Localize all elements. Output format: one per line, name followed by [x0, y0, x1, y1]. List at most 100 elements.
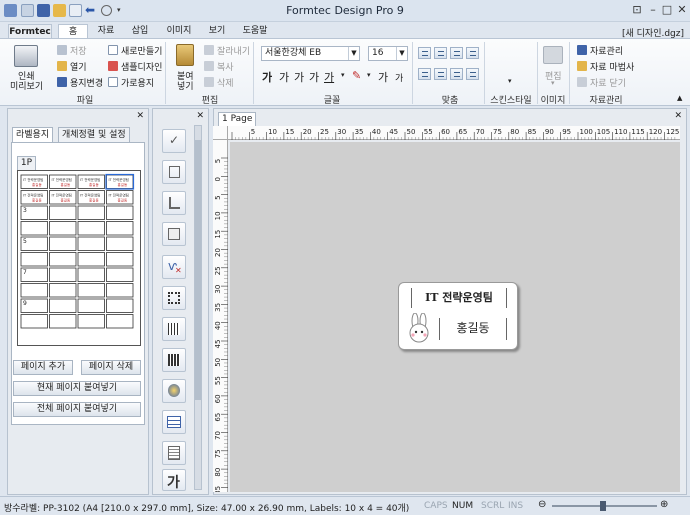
scrollbar-thumb[interactable]	[195, 140, 201, 400]
page-tab-1p[interactable]: 1P	[17, 156, 36, 170]
barcode2d-tool-icon[interactable]	[162, 348, 186, 372]
maximize-button[interactable]: □	[660, 3, 674, 17]
align-center-icon[interactable]	[434, 47, 447, 59]
close-icon[interactable]: ✕	[196, 111, 204, 121]
tab-help[interactable]: 도움말	[238, 24, 272, 39]
font-tool-button[interactable]: 가	[162, 469, 186, 491]
mini-label-cell	[49, 283, 77, 298]
tab-label-paper[interactable]: 라벨용지	[12, 127, 54, 142]
zoom-out-icon[interactable]: ⊖	[538, 499, 546, 510]
close-icon[interactable]: ✕	[674, 111, 682, 121]
ribbon-separator	[165, 42, 166, 104]
close-button[interactable]: ✕	[675, 3, 689, 17]
copy-button[interactable]: 복사	[204, 60, 234, 73]
mini-label-cell	[49, 252, 77, 267]
document-tool-icon[interactable]	[162, 441, 186, 465]
underline-dropdown-icon[interactable]: ▾	[341, 71, 345, 79]
page-tab-1[interactable]: 1 Page	[218, 112, 257, 126]
align-right-icon[interactable]	[450, 47, 463, 59]
label-card[interactable]: IT 전략운영팀 홍길동	[398, 282, 518, 350]
grow-font-button[interactable]: 가	[378, 69, 388, 85]
align-left-icon[interactable]	[418, 47, 431, 59]
workspace[interactable]: IT 전략운영팀 홍길동	[230, 142, 680, 492]
name-text-box[interactable]: 홍길동	[439, 318, 507, 340]
image-edit-dropdown-icon[interactable]: ▾	[551, 79, 555, 87]
bold-button[interactable]: 가	[262, 69, 272, 85]
select-tool-icon[interactable]: ✓	[162, 129, 186, 153]
mini-label-cell	[106, 205, 134, 220]
toolbar-scrollbar[interactable]	[194, 125, 202, 490]
paste-current-page-button[interactable]: 현재 페이지 붙여넣기	[13, 381, 141, 396]
landscape-button[interactable]: 가로용지	[108, 76, 154, 89]
italic-button[interactable]: 가	[279, 69, 289, 85]
tab-formtec[interactable]: Formtec	[8, 24, 52, 39]
tab-insert[interactable]: 삽입	[126, 24, 154, 39]
table-tool-icon[interactable]	[162, 410, 186, 434]
paste-icon[interactable]	[176, 44, 194, 66]
font-name-select[interactable]: 서울한강체 EB ▼	[261, 46, 360, 61]
tab-home[interactable]: 홈	[58, 24, 88, 39]
print-preview-icon[interactable]	[14, 45, 38, 67]
paste-all-pages-button[interactable]: 전체 페이지 붙여넣기	[13, 402, 141, 417]
data-wizard-button[interactable]: 자료 마법사	[577, 60, 634, 73]
qrcode-tool-icon[interactable]	[162, 286, 186, 310]
shape-tool-icon[interactable]	[162, 222, 186, 246]
valign-bottom-icon[interactable]	[450, 68, 463, 80]
ruler-label: 120	[649, 128, 662, 136]
sample-icon	[108, 61, 118, 71]
mini-row-number: 5	[23, 238, 27, 245]
save-button[interactable]: 저장	[57, 44, 87, 57]
sequence-text-tool-icon[interactable]: ⱱ ✕	[162, 255, 186, 279]
label-name-text: 홍길동	[456, 321, 490, 335]
skin-dropdown-icon[interactable]: ▾	[508, 77, 512, 85]
paper-change-button[interactable]: 용지변경	[57, 76, 103, 89]
add-page-button[interactable]: 페이지 추가	[13, 360, 73, 375]
shrink-font-button[interactable]: 가	[395, 71, 403, 84]
ruler-label: 75	[493, 128, 502, 136]
color-dropdown-icon[interactable]: ▾	[367, 71, 371, 79]
data-manage-button[interactable]: 자료관리	[577, 44, 623, 57]
ribbon-toggle-icon[interactable]: ⊡	[630, 3, 644, 17]
print-label-2[interactable]: 미리보기	[10, 79, 43, 92]
open-button[interactable]: 열기	[57, 60, 87, 73]
data-close-button[interactable]: 자료 닫기	[577, 76, 626, 89]
strike-button[interactable]: 가	[309, 69, 319, 85]
barcode-tool-icon[interactable]	[162, 317, 186, 341]
title-text-box[interactable]: IT 전략운영팀	[411, 288, 507, 308]
label-grid-thumbnail[interactable]: IT 전략운영팀홍길동IT 전략운영팀홍길동IT 전략운영팀홍길동IT 전략운영…	[18, 171, 140, 345]
valign-fill-icon[interactable]	[466, 68, 479, 80]
zoom-slider[interactable]	[552, 501, 657, 511]
align-justify-icon[interactable]	[466, 47, 479, 59]
paste-label-2[interactable]: 넣기	[177, 79, 194, 92]
close-icon[interactable]: ✕	[136, 111, 144, 121]
tab-object-settings[interactable]: 개체정렬 및 설정	[58, 127, 130, 142]
text-color-icon[interactable]: ✎	[352, 69, 361, 82]
outline-button[interactable]: 가	[294, 69, 304, 85]
minimize-button[interactable]: –	[646, 3, 660, 17]
zoom-in-icon[interactable]: ⊕	[660, 499, 668, 510]
ruler-label: 115	[631, 128, 644, 136]
zoom-slider-thumb[interactable]	[600, 501, 606, 511]
valign-middle-icon[interactable]	[434, 68, 447, 80]
tab-data[interactable]: 자료	[92, 24, 120, 39]
delete-button[interactable]: 삭제	[204, 76, 234, 89]
new-button[interactable]: 새로만들기	[108, 44, 162, 57]
ribbon-collapse-icon[interactable]: ▲	[677, 94, 682, 102]
font-size-select[interactable]: 16 ▼	[368, 46, 408, 61]
sample-design-button[interactable]: 샘플디자인	[108, 60, 162, 73]
rabbit-icon[interactable]	[405, 312, 433, 343]
tab-image[interactable]: 이미지	[162, 24, 196, 39]
image-tool-icon[interactable]	[162, 379, 186, 403]
text-tool-icon[interactable]	[162, 160, 186, 184]
group-skin-label: 스킨스타일	[490, 96, 532, 106]
tab-view[interactable]: 보기	[203, 24, 231, 39]
underline-button[interactable]: 가	[324, 69, 334, 85]
line-tool-icon[interactable]	[162, 191, 186, 215]
ruler-label: 25	[214, 266, 222, 275]
ribbon-separator	[569, 42, 570, 104]
mini-label-cell	[49, 236, 77, 251]
delete-page-button[interactable]: 페이지 삭제	[81, 360, 141, 375]
cut-button[interactable]: 잘라내기	[204, 44, 250, 57]
valign-top-icon[interactable]	[418, 68, 431, 80]
image-edit-icon[interactable]	[543, 46, 563, 64]
